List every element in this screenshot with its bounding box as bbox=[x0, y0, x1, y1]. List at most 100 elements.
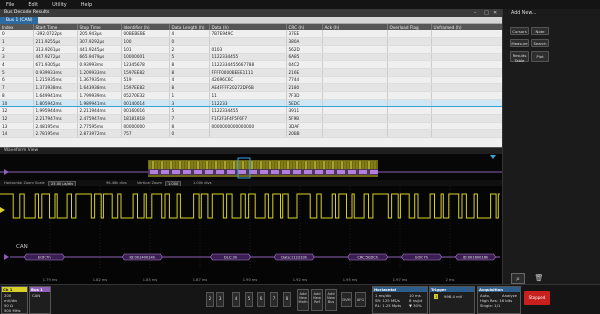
add-new-ref-button[interactable]: Add New Ref bbox=[311, 289, 323, 311]
time-tick-label: 1.79 ms bbox=[43, 278, 58, 282]
menu-help[interactable]: Help bbox=[81, 2, 92, 8]
main-waveform[interactable]: CAN EOF:7h ID:00140014h DLC:3h Data:112233h… bbox=[0, 186, 502, 284]
channel-8-button[interactable]: 8 bbox=[283, 292, 291, 307]
menu-edit[interactable]: Edit bbox=[28, 2, 38, 8]
table-cell: 5 bbox=[169, 106, 210, 116]
channel-6-button[interactable]: 6 bbox=[257, 292, 265, 307]
cursors-button[interactable]: Cursors bbox=[510, 27, 529, 35]
table-row[interactable]: 7 1.373938ms 1.643938ms 1597EE82 8 AE4FFFF202… bbox=[0, 83, 503, 92]
table-row[interactable]: 12 2.217947ms 2.475947ms 18181818 7 F1F2F3F4F… bbox=[0, 114, 503, 123]
table-cell bbox=[431, 68, 503, 77]
menu-file[interactable]: File bbox=[6, 2, 14, 8]
table-cell: 04C2 bbox=[286, 60, 323, 69]
table-cell: 3DAF bbox=[286, 122, 323, 131]
results-title-bar: Bus Decode Results – □ ✕ bbox=[0, 9, 502, 17]
table-cell: 1.799939ms bbox=[77, 91, 122, 100]
results-title: Bus Decode Results bbox=[4, 10, 50, 15]
overview-bus-frame bbox=[370, 170, 378, 174]
table-cell: 205.943μs bbox=[77, 30, 122, 39]
overview-bus-frame bbox=[359, 170, 367, 174]
channel-3-button[interactable]: 3 bbox=[216, 292, 224, 307]
table-cell: 12 bbox=[0, 114, 34, 123]
table-cell bbox=[431, 60, 503, 69]
acquisition-badge[interactable]: Acquisition Auto, High Res: 16 bits Sing… bbox=[477, 286, 521, 314]
maximize-icon[interactable]: □ bbox=[484, 9, 489, 17]
table-cell: AE4FFFF20272DF6B bbox=[209, 83, 287, 92]
table-row[interactable]: 3 447.9272μs 665.9479μs 10000001 5 1122334455… bbox=[0, 53, 503, 62]
ch1-badge[interactable]: Ch 1 200 mV/div 50 Ω 500 MHz bbox=[1, 286, 28, 314]
table-row[interactable]: 12 1.995944ms 2.211944ms 00160016 5 112233445… bbox=[0, 106, 503, 116]
table-cell: 05270E32 bbox=[121, 91, 170, 100]
table-cell bbox=[322, 98, 388, 108]
measure-button[interactable]: Measure bbox=[510, 39, 529, 47]
table-row[interactable]: 0 -392.0722ps 205.943μs 00BEBEBE 4 7B7E949C 37… bbox=[0, 30, 503, 39]
dvm-button[interactable]: DVM bbox=[341, 292, 352, 307]
table-cell: 10 bbox=[0, 98, 34, 108]
table-cell bbox=[387, 98, 432, 108]
table-row[interactable]: 8 1.649941ms 1.799939ms 05270E32 1 11 7F3D bbox=[0, 91, 503, 100]
table-cell bbox=[322, 37, 388, 46]
horizontal-title: Horizontal bbox=[373, 287, 427, 292]
bus1-badge-title: Bus 1 bbox=[30, 287, 50, 292]
table-row[interactable]: 10 1.805942ms 1.989941ms 00140014 3 112233 5ED… bbox=[0, 98, 503, 108]
overview-bus-frame bbox=[348, 170, 356, 174]
add-new-bus-button[interactable]: Add New Bus bbox=[325, 289, 337, 311]
table-cell: F1F2F3F4F5F6F7 bbox=[209, 114, 287, 123]
table-cell: 447.9272μs bbox=[33, 53, 78, 62]
table-cell: 757 bbox=[121, 129, 170, 139]
overview-bus-frame bbox=[205, 170, 213, 174]
table-row[interactable]: 14 2.78195ms 2.873972ms 757 0 20BB bbox=[0, 129, 503, 139]
table-row[interactable]: 5 0.939933ms 1.209933ms 1597EE82 8 FFFF0000BE… bbox=[0, 68, 503, 77]
table-cell: 101 bbox=[121, 45, 170, 54]
channel-7-button[interactable]: 7 bbox=[270, 292, 278, 307]
time-tick-label: 1.85 ms bbox=[143, 278, 158, 282]
trigger-badge[interactable]: Trigger 1 998.4 mV bbox=[429, 286, 475, 314]
close-icon[interactable]: ✕ bbox=[493, 9, 497, 17]
table-cell: 5 bbox=[0, 68, 34, 77]
table-cell: 1.215935ms bbox=[33, 76, 78, 85]
table-cell bbox=[322, 53, 388, 62]
decode-label: CRC:5EDCh bbox=[357, 255, 378, 259]
table-cell bbox=[322, 60, 388, 69]
table-cell: 1597EE82 bbox=[121, 83, 170, 92]
bottom-status-bar: Ch 1 200 mV/div 50 Ω 500 MHz Bus 1 CAN 2… bbox=[0, 284, 600, 314]
table-cell bbox=[387, 91, 432, 100]
minimize-icon[interactable]: – bbox=[474, 9, 477, 17]
menu-utility[interactable]: Utility bbox=[52, 2, 67, 8]
channel-4-button[interactable]: 4 bbox=[232, 292, 240, 307]
table-row[interactable]: 1 211.9255μs 307.9292μs 100 0 380A bbox=[0, 37, 503, 46]
column-header[interactable]: Data Length (h) bbox=[169, 24, 210, 30]
table-cell: 2.873972ms bbox=[77, 129, 122, 139]
tab-bus1-can[interactable]: Bus 1 (CAN) bbox=[0, 17, 39, 24]
table-cell: 2 bbox=[169, 45, 210, 54]
trash-icon[interactable]: 🗑 bbox=[533, 273, 545, 284]
zoom-icon[interactable]: ⌕ bbox=[511, 273, 525, 284]
table-row[interactable]: 2 313.9261μs 441.9245μs 101 2 0103 562D bbox=[0, 45, 503, 54]
table-row[interactable]: 13 2.48195ms 2.77595ms 00000000 8 00000000000… bbox=[0, 122, 503, 131]
add-new-math-button[interactable]: Add New Math bbox=[297, 289, 309, 311]
channel-2-button[interactable]: 2 bbox=[206, 292, 214, 307]
table-row[interactable]: 6 1.215935ms 1.367935ms 519 4 42696C6C 7744 bbox=[0, 76, 503, 85]
table-cell bbox=[322, 114, 388, 123]
bus1-badge[interactable]: Bus 1 CAN bbox=[29, 286, 51, 314]
decode-label: ID:00160016h bbox=[463, 255, 489, 259]
search-button[interactable]: Search bbox=[531, 39, 549, 47]
table-cell: 1.989941ms bbox=[77, 98, 122, 108]
table-cell: 3 bbox=[0, 53, 34, 62]
table-cell: 00160016 bbox=[121, 106, 170, 116]
overview-waveform[interactable] bbox=[0, 154, 502, 180]
table-cell: 8 bbox=[169, 60, 210, 69]
table-cell bbox=[431, 45, 503, 54]
table-cell bbox=[431, 30, 503, 39]
afg-button[interactable]: AFG bbox=[355, 292, 366, 307]
overview-bus-frame bbox=[194, 170, 202, 174]
note-button[interactable]: Note bbox=[531, 27, 549, 35]
plot-button[interactable]: Plot bbox=[531, 51, 549, 62]
table-cell: 1.805942ms bbox=[33, 98, 78, 108]
channel-5-button[interactable]: 5 bbox=[245, 292, 253, 307]
run-stop-button[interactable]: Stopped bbox=[524, 291, 550, 305]
horizontal-badge[interactable]: Horizontal 1 ms/div SR: 125 MS/s RL: 1.2… bbox=[372, 286, 428, 314]
results-table-button[interactable]: Results Table bbox=[510, 51, 529, 63]
table-row[interactable]: 4 671.9305μs 0.93993ms 12345678 8 11223344556… bbox=[0, 60, 503, 69]
table-cell: 2 bbox=[0, 45, 34, 54]
